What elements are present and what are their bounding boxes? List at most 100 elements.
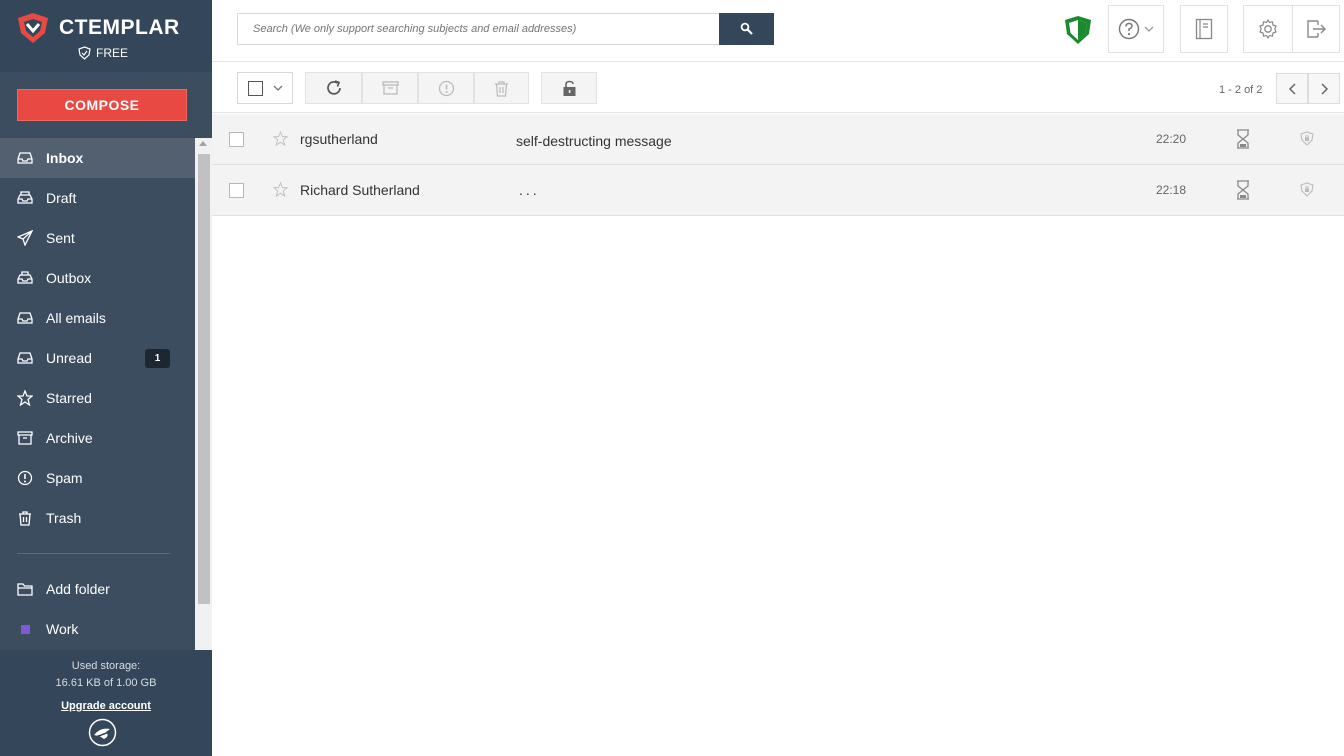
sidebar-item-all-emails[interactable]: All emails — [0, 298, 195, 338]
sidebar-item-label: Sent — [46, 230, 75, 246]
star-icon[interactable] — [273, 131, 288, 146]
mail-time: 22:18 — [1156, 183, 1187, 197]
sidebar-item-sent[interactable]: Sent — [0, 218, 195, 258]
plan-badge: FREE — [78, 46, 128, 60]
sidebar-item-label: Archive — [46, 430, 93, 446]
unread-count-badge: 1 — [145, 348, 170, 368]
chevron-left-icon — [1288, 82, 1296, 95]
spam-button[interactable] — [418, 72, 474, 104]
hourglass-icon — [1237, 180, 1249, 200]
decrypt-button[interactable] — [541, 72, 597, 104]
sidebar-item-draft[interactable]: Draft — [0, 178, 195, 218]
sidebar-item-inbox[interactable]: Inbox — [0, 138, 195, 178]
storage-title: Used storage: — [71, 660, 141, 672]
hourglass-icon — [1237, 129, 1249, 149]
sidebar-item-trash[interactable]: Trash — [0, 498, 195, 538]
sidebar-item-label: Add folder — [46, 581, 110, 597]
unread-icon — [16, 349, 34, 367]
inbox-icon — [16, 149, 34, 167]
all-emails-icon — [16, 309, 34, 327]
delete-button[interactable] — [474, 72, 529, 104]
sidebar-item-label: Starred — [46, 390, 92, 406]
refresh-icon — [326, 80, 341, 95]
sidebar-item-outbox[interactable]: Outbox — [0, 258, 195, 298]
help-icon — [1118, 18, 1140, 40]
spam-icon — [16, 469, 34, 487]
trash-icon — [495, 80, 508, 97]
sidebar: CTEMPLAR FREE COMPOSE Inbox Draft Sent O… — [0, 0, 212, 756]
pagination-text: 1 - 2 of 2 — [1219, 84, 1263, 96]
help-dropdown[interactable] — [1108, 5, 1164, 53]
sidebar-item-label: Spam — [46, 470, 83, 486]
refresh-button[interactable] — [305, 72, 362, 104]
security-shield-icon[interactable] — [1064, 15, 1092, 45]
address-book-icon — [1195, 18, 1213, 40]
sidebar-item-spam[interactable]: Spam — [0, 458, 195, 498]
contacts-button[interactable] — [1180, 5, 1228, 53]
chevron-down-icon — [1144, 26, 1154, 32]
trash-icon — [16, 509, 34, 527]
sidebar-item-label: Inbox — [46, 150, 84, 166]
sidebar-divider — [17, 553, 170, 554]
top-bar — [212, 0, 1344, 62]
star-icon[interactable] — [273, 182, 288, 197]
prev-page-button[interactable] — [1276, 73, 1308, 104]
bird-logo-icon — [88, 718, 117, 747]
archive-button[interactable] — [362, 72, 418, 104]
scroll-up-arrow[interactable] — [199, 141, 207, 146]
archive-icon — [381, 81, 399, 95]
mail-row-checkbox[interactable] — [229, 132, 244, 147]
mail-row[interactable]: rgsutherland self-destructing message 22… — [212, 114, 1344, 165]
logout-icon — [1307, 20, 1326, 38]
chevron-right-icon — [1320, 82, 1328, 95]
encrypted-shield-icon — [1300, 182, 1314, 197]
mail-row-checkbox[interactable] — [229, 183, 244, 198]
mail-sender: Richard Sutherland — [300, 182, 420, 198]
mail-subject: ... — [519, 182, 540, 198]
sidebar-item-label: Work — [46, 621, 79, 637]
sidebar-item-label: All emails — [46, 310, 106, 326]
folder-icon — [16, 580, 34, 598]
sidebar-item-label: Draft — [46, 190, 77, 206]
logout-button[interactable] — [1292, 5, 1340, 53]
next-page-button[interactable] — [1308, 73, 1340, 104]
chevron-down-icon — [273, 85, 282, 91]
sidebar-item-work[interactable]: Work — [0, 609, 195, 649]
logo-area: CTEMPLAR FREE — [0, 0, 212, 72]
settings-button[interactable] — [1243, 5, 1293, 53]
sidebar-item-archive[interactable]: Archive — [0, 418, 195, 458]
star-icon — [16, 389, 34, 407]
sidebar-item-add-folder[interactable]: Add folder — [0, 569, 195, 609]
spam-icon — [438, 80, 454, 96]
folder-color-square — [16, 620, 34, 638]
sidebar-item-starred[interactable]: Starred — [0, 378, 195, 418]
select-all-checkbox[interactable] — [247, 80, 263, 96]
outbox-icon — [16, 269, 34, 287]
sidebar-item-label: Unread — [46, 350, 92, 366]
ctemplar-logo-icon[interactable] — [16, 11, 50, 45]
select-all-dropdown[interactable] — [237, 72, 293, 104]
folder-list: Inbox Draft Sent Outbox All emails Unrea… — [0, 138, 195, 650]
send-icon — [16, 229, 34, 247]
plan-label: FREE — [96, 46, 129, 60]
shield-check-icon — [78, 46, 91, 60]
sidebar-item-unread[interactable]: Unread 1 — [0, 338, 195, 378]
mail-toolbar: 1 - 2 of 2 — [212, 62, 1344, 113]
archive-icon — [16, 429, 34, 447]
compose-button[interactable]: COMPOSE — [17, 89, 187, 121]
search-icon — [740, 22, 753, 35]
upgrade-account-link[interactable]: Upgrade account — [0, 700, 212, 712]
sidebar-item-label: Trash — [46, 510, 82, 526]
storage-panel: Used storage: 16.61 KB of 1.00 GB Upgrad… — [0, 650, 212, 756]
unlock-icon — [563, 80, 575, 96]
gear-icon — [1259, 18, 1277, 40]
search-button[interactable] — [719, 13, 774, 45]
brand-name: CTEMPLAR — [59, 16, 180, 39]
sidebar-item-label: Outbox — [46, 270, 92, 286]
mail-row[interactable]: Richard Sutherland ... 22:18 — [212, 165, 1344, 216]
mail-time: 22:20 — [1156, 132, 1187, 146]
search-input[interactable] — [237, 13, 719, 45]
sidebar-scroll-thumb[interactable] — [198, 154, 210, 604]
mail-sender: rgsutherland — [300, 131, 378, 147]
draft-icon — [16, 189, 34, 207]
